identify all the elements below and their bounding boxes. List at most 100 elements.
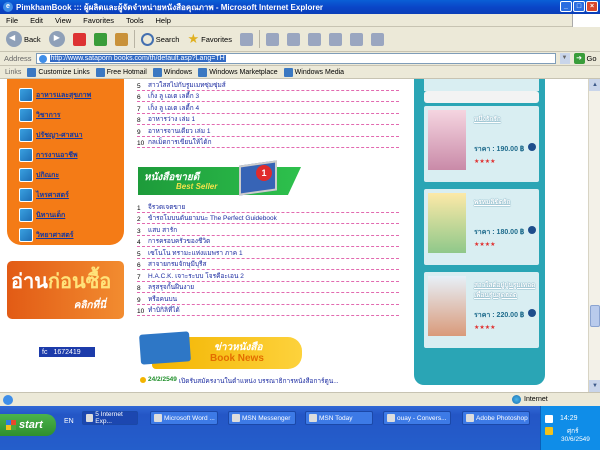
scroll-down-button[interactable]: ▼ — [589, 380, 600, 392]
scroll-up-button[interactable]: ▲ — [589, 79, 600, 91]
menu-view[interactable]: View — [55, 16, 71, 25]
list-item[interactable]: 6 สาจายกรมจักษุมีบุรีส — [137, 259, 399, 270]
task-msn-messenger[interactable]: MSN Messenger — [228, 411, 296, 425]
back-label: Back — [24, 34, 41, 44]
book-card[interactable]: พรหมลิขิตรัก ราคา : 180.00 ฿ ★★★★ — [424, 189, 539, 265]
book-card[interactable]: สาวใสต์อยู่ปูนรูมเทอดเพื่อนรุ่นสุดฮอต รา… — [424, 272, 539, 348]
task-word[interactable]: Microsoft Word ... — [150, 411, 218, 425]
list-item[interactable]: 4 การครอบครัวของชีวิต — [137, 236, 399, 247]
task-photoshop[interactable]: Adobe Photoshop — [462, 411, 530, 425]
link-hotmail[interactable]: Free Hotmail — [95, 67, 147, 77]
book-detail-button[interactable] — [528, 309, 536, 317]
list-item[interactable]: 1 จีรวดเจตขาย — [137, 201, 399, 213]
language-indicator[interactable]: EN — [64, 418, 74, 425]
photoshop-icon — [466, 414, 474, 422]
promo-text-a: อ่าน — [11, 269, 48, 293]
link-media[interactable]: Windows Media — [283, 67, 344, 77]
clock-time[interactable]: 14:29 — [560, 415, 578, 422]
link-marketplace[interactable]: Windows Marketplace — [198, 67, 278, 77]
address-input[interactable]: http://www.sataporn books.com/th/default… — [35, 53, 556, 64]
book-card[interactable]: หนึ่งรักรัก ราคา : 190.00 ฿ ★★★★ — [424, 106, 539, 182]
close-button[interactable]: × — [586, 1, 598, 12]
start-button[interactable]: start — [0, 414, 56, 436]
link-label: Customize Links — [38, 68, 90, 76]
read-before-buy-banner[interactable]: อ่านก่อนซื้อ คลิกที่นี่ — [7, 261, 124, 319]
forward-button[interactable] — [47, 29, 67, 49]
list-title: ทำบิกิลิที่ได้ — [148, 307, 180, 314]
address-dropdown-button[interactable]: ▼ — [559, 53, 570, 64]
category-item[interactable]: ปกิณกะ — [19, 165, 124, 185]
list-item[interactable]: 5 สาวใสสไปกับรูมเมทซุ่มซุ่มส์ — [137, 79, 399, 91]
list-item[interactable]: 8 ลรุสรุจกั้นฝืนงาย — [137, 282, 399, 293]
list-item[interactable]: 2 ข้ารถโมบนดันยามนะ The Perfect Guidebook — [137, 213, 399, 224]
counter-icon: fc — [42, 348, 48, 356]
category-item[interactable]: วิชาการ — [19, 105, 124, 125]
task-conversation[interactable]: ouay - Convers... — [383, 411, 451, 425]
menu-edit[interactable]: Edit — [30, 16, 43, 25]
menu-help[interactable]: Help — [156, 16, 171, 25]
stop-button[interactable] — [71, 29, 88, 49]
list-item[interactable]: 10 กลเม็ดการเขียนให้ได้ก — [137, 137, 399, 148]
list-item[interactable]: 8 อาหารว่าง เล่ม 1 — [137, 114, 399, 125]
maximize-button[interactable]: □ — [573, 1, 585, 12]
category-item[interactable]: ปรัชญา-ศาสนา — [19, 125, 124, 145]
category-item[interactable]: การงานอาชีพ — [19, 145, 124, 165]
list-item[interactable]: 5 เซโนโน ทรามะแห่งแมพรา ภาค 1 — [137, 247, 399, 259]
media-button[interactable] — [238, 29, 255, 49]
minimize-button[interactable]: _ — [560, 1, 572, 12]
back-button[interactable]: Back — [4, 29, 43, 49]
link-windows[interactable]: Windows — [152, 67, 192, 77]
list-number: 5 — [137, 250, 141, 258]
category-item[interactable]: วิทยาศาสตร์ — [19, 225, 124, 245]
home-button[interactable] — [113, 29, 130, 49]
task-msn-today[interactable]: MSN Today — [305, 411, 373, 425]
list-item[interactable]: 3 แสบ สารัก — [137, 224, 399, 236]
scroll-thumb[interactable] — [590, 305, 600, 327]
category-item[interactable]: อาหารและสุขภาพ — [19, 85, 124, 105]
list-number: 6 — [137, 262, 141, 269]
task-label: MSN Today — [319, 414, 353, 422]
messenger-button[interactable] — [348, 29, 365, 49]
list-title: กลเม็ดการเขียนให้ได้ก — [148, 139, 212, 146]
research-button[interactable] — [369, 29, 386, 49]
menu-tools[interactable]: Tools — [126, 16, 144, 25]
mail-button[interactable] — [264, 29, 281, 49]
book-detail-button[interactable] — [528, 226, 536, 234]
task-label: 5 Internet Exp... — [95, 411, 123, 425]
link-customize[interactable]: Customize Links — [27, 67, 90, 77]
window-controls: _ □ × — [560, 1, 598, 12]
category-icon — [19, 88, 33, 102]
favorites-button[interactable]: ★ Favorites — [185, 29, 234, 49]
tray-network-icon[interactable] — [545, 415, 553, 423]
book-detail-button[interactable] — [528, 143, 536, 151]
task-internet-explorer[interactable]: 5 Internet Exp... — [82, 411, 138, 425]
window-title-bar[interactable]: e PimkhamBook ::: ผู้ผลิตและผู้จัดจำหน่า… — [0, 0, 600, 14]
list-title: อาหารจานเดียว เล่ม 1 — [148, 127, 211, 135]
category-item[interactable]: ไหรศาสตร์ — [19, 185, 124, 205]
go-button[interactable]: ➜ Go — [573, 53, 597, 64]
search-button[interactable]: Search — [139, 29, 182, 49]
list-item[interactable]: 7 เก็ง ลู เอเต เลดี้ก 4 — [137, 102, 399, 114]
tray-volume-icon[interactable] — [545, 427, 553, 435]
book-price: ราคา : 180.00 ฿ — [474, 227, 524, 238]
task-label: Microsoft Word ... — [164, 414, 215, 422]
menu-favorites[interactable]: Favorites — [83, 16, 114, 25]
refresh-button[interactable] — [92, 29, 109, 49]
vertical-scrollbar[interactable]: ▲ ▼ — [588, 79, 600, 392]
address-bar: Address http://www.sataporn books.com/th… — [0, 52, 600, 66]
ie-page-icon — [152, 67, 162, 77]
news-item[interactable]: 24/2/2549 เปิดรับสมัครงานในตำแหน่ง บรรณา… — [140, 376, 339, 386]
menu-file[interactable]: File — [6, 16, 18, 25]
category-item[interactable]: นิทานเด็ก — [19, 205, 124, 225]
list-item[interactable]: 6 เก็ง ลู เอเต เลดี้ก 3 — [137, 91, 399, 102]
category-label: วิชาการ — [36, 111, 61, 119]
edit-button[interactable] — [306, 29, 323, 49]
list-item[interactable]: 10 ทำบิกิลิที่ได้ — [137, 305, 399, 316]
print-button[interactable] — [285, 29, 302, 49]
discuss-button[interactable] — [327, 29, 344, 49]
forward-arrow-icon — [48, 31, 65, 47]
list-item[interactable]: 9 หรือคนบน — [137, 293, 399, 305]
list-item[interactable]: 7 H.A.C.K. เจาะระบบ โจรคีอะเอน 2 — [137, 270, 399, 282]
list-item[interactable]: 9 อาหารจานเดียว เล่ม 1 — [137, 125, 399, 137]
list-number: 6 — [137, 94, 141, 101]
